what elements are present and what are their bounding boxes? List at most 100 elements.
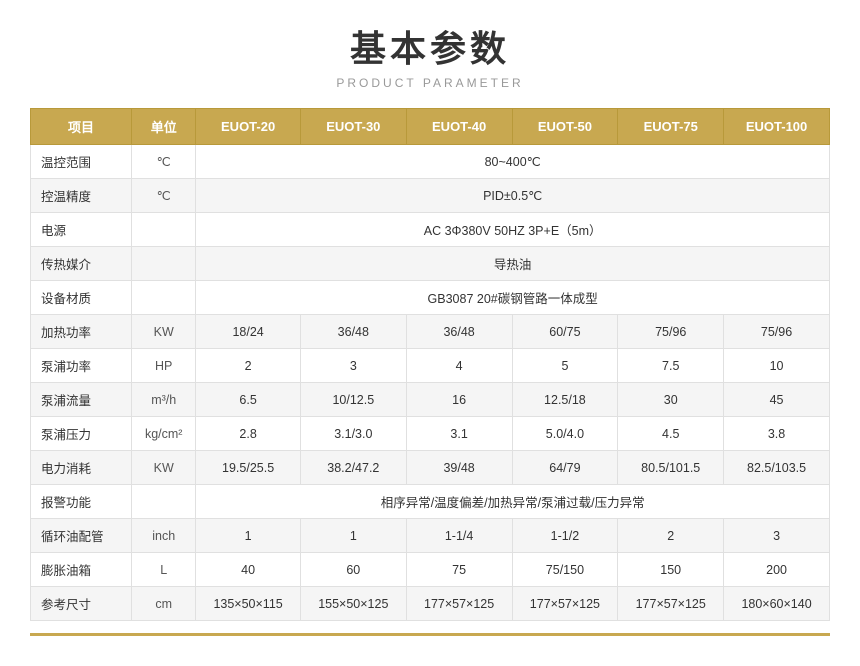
table-cell (132, 213, 196, 247)
table-body: 温控范围℃80~400℃控温精度℃PID±0.5℃电源AC 3Φ380V 50H… (31, 145, 830, 621)
table-cell: m³/h (132, 383, 196, 417)
table-cell: 2 (618, 519, 724, 553)
table-cell: 12.5/18 (512, 383, 618, 417)
table-cell: 39/48 (406, 451, 512, 485)
table-cell: HP (132, 349, 196, 383)
table-row: 电力消耗KW19.5/25.538.2/47.239/4864/7980.5/1… (31, 451, 830, 485)
table-cell: 40 (196, 553, 301, 587)
table-header-cell: EUOT-30 (300, 109, 406, 145)
table-header-cell: EUOT-40 (406, 109, 512, 145)
table-cell: 80.5/101.5 (618, 451, 724, 485)
table-cell: 10 (724, 349, 830, 383)
table-cell: 2.8 (196, 417, 301, 451)
table-row: 泵浦功率HP23457.510 (31, 349, 830, 383)
table-cell: PID±0.5℃ (196, 179, 830, 213)
table-cell: 38.2/47.2 (300, 451, 406, 485)
table-cell (132, 247, 196, 281)
table-cell: 19.5/25.5 (196, 451, 301, 485)
table-cell: 泵浦功率 (31, 349, 132, 383)
table-cell: 4.5 (618, 417, 724, 451)
table-row: 循环油配管inch111-1/41-1/223 (31, 519, 830, 553)
table-cell: 200 (724, 553, 830, 587)
table-cell: 报警功能 (31, 485, 132, 519)
table-row: 传热媒介导热油 (31, 247, 830, 281)
table-cell: 177×57×125 (406, 587, 512, 621)
table-header-cell: 项目 (31, 109, 132, 145)
table-cell: L (132, 553, 196, 587)
table-header-cell: EUOT-100 (724, 109, 830, 145)
table-cell: kg/cm² (132, 417, 196, 451)
table-cell: 5 (512, 349, 618, 383)
table-row: 电源 AC 3Φ380V 50HZ 3P+E（5m） (31, 213, 830, 247)
table-cell: 1 (196, 519, 301, 553)
parameter-table: 项目单位EUOT-20EUOT-30EUOT-40EUOT-50EUOT-75E… (30, 108, 830, 621)
table-cell: 3.8 (724, 417, 830, 451)
table-cell: 135×50×115 (196, 587, 301, 621)
table-cell: 加热功率 (31, 315, 132, 349)
table-cell: 2 (196, 349, 301, 383)
table-cell: GB3087 20#碳钢管路一体成型 (196, 281, 830, 315)
table-cell: 82.5/103.5 (724, 451, 830, 485)
table-cell: 3 (724, 519, 830, 553)
table-cell (132, 281, 196, 315)
table-cell: 循环油配管 (31, 519, 132, 553)
table-cell: 18/24 (196, 315, 301, 349)
table-row: 报警功能 相序异常/温度偏差/加热异常/泵浦过载/压力异常 (31, 485, 830, 519)
table-cell: KW (132, 451, 196, 485)
table-cell: 电力消耗 (31, 451, 132, 485)
table-cell: 3.1/3.0 (300, 417, 406, 451)
table-cell: 75 (406, 553, 512, 587)
table-cell: KW (132, 315, 196, 349)
table-cell: 80~400℃ (196, 145, 830, 179)
table-cell: 导热油 (196, 247, 830, 281)
table-cell: 16 (406, 383, 512, 417)
table-cell: 1 (300, 519, 406, 553)
table-cell: 1-1/4 (406, 519, 512, 553)
table-row: 泵浦压力kg/cm²2.83.1/3.03.15.0/4.04.53.8 (31, 417, 830, 451)
table-row: 膨胀油箱L40607575/150150200 (31, 553, 830, 587)
table-cell: 75/150 (512, 553, 618, 587)
page-subtitle: PRODUCT PARAMETER (336, 76, 523, 90)
table-cell: 设备材质 (31, 281, 132, 315)
table-cell: 64/79 (512, 451, 618, 485)
table-cell: 3 (300, 349, 406, 383)
table-cell: 1-1/2 (512, 519, 618, 553)
table-cell: 参考尺寸 (31, 587, 132, 621)
table-cell: 泵浦压力 (31, 417, 132, 451)
table-cell: 36/48 (300, 315, 406, 349)
table-header: 项目单位EUOT-20EUOT-30EUOT-40EUOT-50EUOT-75E… (31, 109, 830, 145)
table-cell: ℃ (132, 145, 196, 179)
table-cell: ℃ (132, 179, 196, 213)
table-cell: 155×50×125 (300, 587, 406, 621)
bottom-line (30, 633, 830, 636)
table-cell: inch (132, 519, 196, 553)
table-row: 温控范围℃80~400℃ (31, 145, 830, 179)
table-cell: cm (132, 587, 196, 621)
table-cell: 温控范围 (31, 145, 132, 179)
table-cell: 10/12.5 (300, 383, 406, 417)
table-cell: 45 (724, 383, 830, 417)
table-cell: 泵浦流量 (31, 383, 132, 417)
table-cell (132, 485, 196, 519)
table-cell: 膨胀油箱 (31, 553, 132, 587)
table-row: 参考尺寸cm135×50×115155×50×125177×57×125177×… (31, 587, 830, 621)
table-cell: 4 (406, 349, 512, 383)
table-row: 设备材质 GB3087 20#碳钢管路一体成型 (31, 281, 830, 315)
table-cell: 36/48 (406, 315, 512, 349)
table-cell: 75/96 (724, 315, 830, 349)
table-cell: 60 (300, 553, 406, 587)
table-cell: 3.1 (406, 417, 512, 451)
table-cell: 5.0/4.0 (512, 417, 618, 451)
table-cell: AC 3Φ380V 50HZ 3P+E（5m） (196, 213, 830, 247)
table-cell: 177×57×125 (512, 587, 618, 621)
table-cell: 30 (618, 383, 724, 417)
table-header-cell: EUOT-50 (512, 109, 618, 145)
table-header-cell: EUOT-75 (618, 109, 724, 145)
table-cell: 控温精度 (31, 179, 132, 213)
table-cell: 6.5 (196, 383, 301, 417)
table-cell: 150 (618, 553, 724, 587)
table-row: 控温精度℃PID±0.5℃ (31, 179, 830, 213)
table-cell: 电源 (31, 213, 132, 247)
table-cell: 75/96 (618, 315, 724, 349)
table-cell: 相序异常/温度偏差/加热异常/泵浦过载/压力异常 (196, 485, 830, 519)
